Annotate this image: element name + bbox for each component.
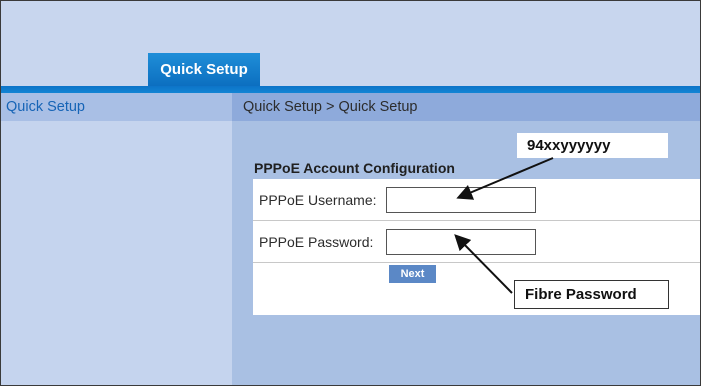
username-input[interactable] (386, 186, 536, 213)
username-callout: 94xxyyyyyy (517, 133, 668, 158)
router-config-window: Quick Setup Quick Setup Quick Setup > Qu… (0, 0, 701, 386)
next-button[interactable]: Next (389, 265, 436, 283)
password-input[interactable] (386, 228, 536, 255)
breadcrumb: Quick Setup > Quick Setup (232, 93, 700, 121)
sidebar-item-quick-setup[interactable]: Quick Setup (1, 93, 232, 121)
username-label: PPPoE Username: (259, 191, 377, 208)
sidebar: Quick Setup (1, 93, 232, 385)
password-label: PPPoE Password: (259, 233, 374, 250)
section-title: PPPoE Account Configuration (254, 160, 455, 176)
password-row: PPPoE Password: (253, 221, 700, 263)
tab-quick-setup[interactable]: Quick Setup (148, 53, 260, 86)
username-row: PPPoE Username: (253, 179, 700, 221)
nav-bar (1, 86, 700, 93)
password-callout: Fibre Password (514, 280, 669, 309)
